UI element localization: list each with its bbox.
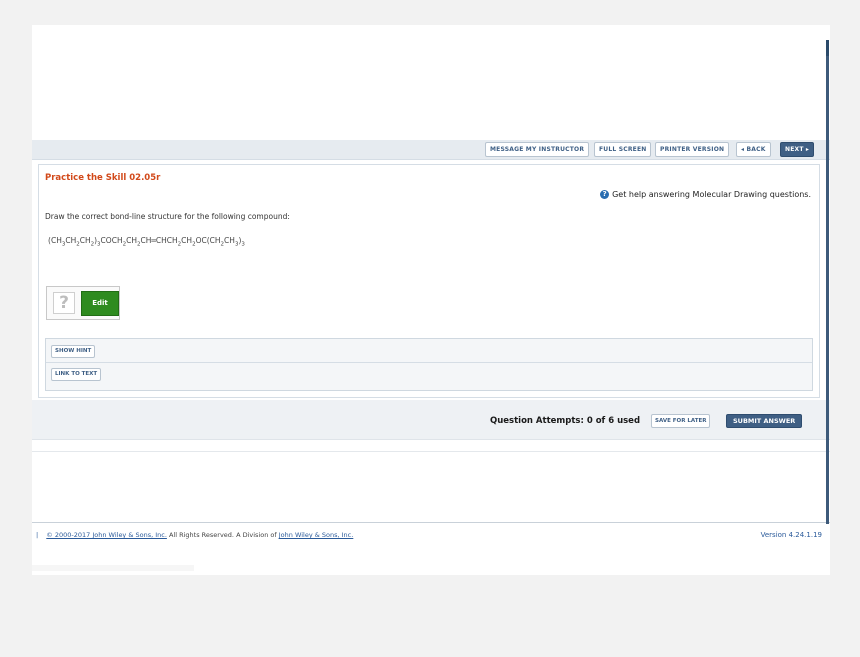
attempts-counter: Question Attempts: 0 of 6 used	[490, 416, 641, 426]
show-hint-button[interactable]: SHOW HINT	[51, 345, 96, 358]
link-to-text-button[interactable]: LINK TO TEXT	[51, 368, 102, 381]
question-prompt: Draw the correct bond-line structure for…	[45, 212, 290, 221]
question-mark-placeholder-icon: ?	[53, 292, 75, 314]
footer: | © 2000-2017 John Wiley & Sons, Inc. Al…	[36, 531, 353, 539]
printer-version-button[interactable]: PRINTER VERSION	[655, 142, 730, 157]
top-toolbar: MESSAGE MY INSTRUCTOR FULL SCREEN PRINTE…	[32, 140, 830, 160]
version-label: Version 4.24.1.19	[760, 531, 822, 539]
scrollbar-track[interactable]	[826, 40, 829, 524]
hint-divider	[46, 362, 812, 363]
hint-panel: SHOW HINT LINK TO TEXT	[45, 338, 813, 391]
drawing-answer-box: ? Edit	[46, 286, 120, 320]
footer-separator: |	[36, 531, 39, 539]
question-panel: Practice the Skill 02.05r ? Get help answ…	[38, 164, 820, 398]
footer-blank	[32, 565, 194, 571]
question-title: Practice the Skill 02.05r	[45, 173, 161, 183]
company-link[interactable]: John Wiley & Sons, Inc.	[279, 531, 354, 539]
submit-answer-button[interactable]: SUBMIT ANSWER	[726, 414, 803, 428]
full-screen-button[interactable]: FULL SCREEN	[594, 142, 652, 157]
submission-bar: Question Attempts: 0 of 6 used SAVE FOR …	[32, 400, 830, 440]
help-link[interactable]: ? Get help answering Molecular Drawing qu…	[600, 190, 811, 199]
message-instructor-button[interactable]: MESSAGE MY INSTRUCTOR	[485, 142, 590, 157]
scrollbar-thumb[interactable]	[826, 40, 829, 56]
edit-button[interactable]: Edit	[81, 291, 119, 316]
help-circle-icon: ?	[600, 190, 610, 199]
help-text[interactable]: Get help answering Molecular Drawing que…	[612, 190, 811, 199]
next-button[interactable]: NEXT ▸	[780, 142, 815, 157]
rights-text: All Rights Reserved. A Division of	[168, 531, 277, 539]
back-button[interactable]: ◂ BACK	[736, 142, 771, 157]
save-for-later-button[interactable]: SAVE FOR LATER	[651, 414, 711, 428]
copyright-link[interactable]: © 2000-2017 John Wiley & Sons, Inc.	[46, 531, 167, 539]
page: MESSAGE MY INSTRUCTOR FULL SCREEN PRINTE…	[32, 25, 830, 575]
divider	[32, 451, 830, 452]
compound-formula: (CH3CH2CH2)3COCH2CH2CH═CHCH2CH2OC(CH2CH3…	[48, 236, 245, 248]
footer-divider	[32, 522, 830, 523]
